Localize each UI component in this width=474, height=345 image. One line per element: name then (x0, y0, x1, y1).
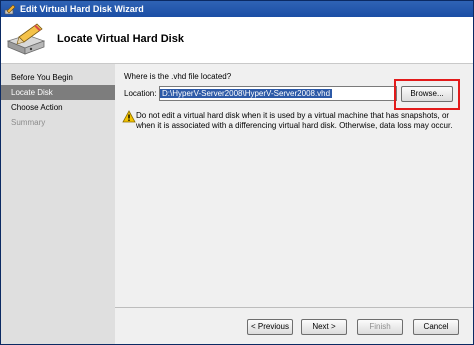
warning-text: Do not edit a virtual hard disk when it … (136, 111, 453, 130)
previous-button[interactable]: < Previous (247, 319, 293, 335)
location-label: Location: (124, 89, 157, 98)
browse-highlight-box: Browse... (394, 79, 460, 110)
finish-button: Finish (357, 319, 403, 335)
window-title: Edit Virtual Hard Disk Wizard (20, 4, 144, 14)
nav-item-choose-action[interactable]: Choose Action (1, 100, 115, 115)
pencil-icon (4, 3, 16, 15)
cancel-button[interactable]: Cancel (413, 319, 459, 335)
nav-item-locate-disk[interactable]: Locate Disk (1, 85, 115, 100)
location-value: D:\HyperV-Server2008\HyperV-Server2008.v… (160, 89, 333, 98)
footer-divider (115, 307, 473, 308)
next-button[interactable]: Next > (301, 319, 347, 335)
wizard-header: Locate Virtual Hard Disk (1, 17, 473, 64)
page-title: Locate Virtual Hard Disk (57, 33, 184, 45)
wizard-window: Edit Virtual Hard Disk Wizard Locate Vir… (0, 0, 474, 345)
warning-icon (122, 110, 136, 123)
location-question: Where is the .vhd file located? (124, 72, 232, 81)
wizard-content: Where is the .vhd file located? Location… (115, 64, 473, 344)
nav-item-summary: Summary (11, 118, 46, 127)
hard-disk-pencil-icon (5, 21, 47, 59)
title-bar[interactable]: Edit Virtual Hard Disk Wizard (1, 1, 473, 17)
wizard-steps-nav: Before You Begin Locate Disk Choose Acti… (1, 64, 115, 344)
browse-button[interactable]: Browse... (401, 86, 453, 102)
location-input[interactable]: D:\HyperV-Server2008\HyperV-Server2008.v… (159, 86, 397, 101)
nav-item-before-you-begin[interactable]: Before You Begin (1, 70, 115, 85)
